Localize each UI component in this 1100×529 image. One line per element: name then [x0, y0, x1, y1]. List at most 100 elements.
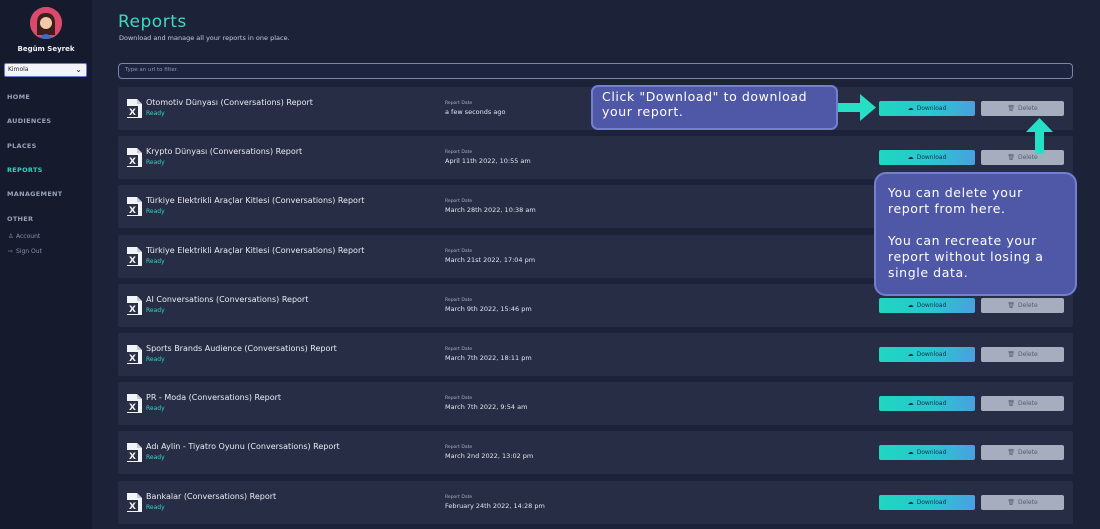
excel-file-icon: X: [127, 394, 142, 413]
download-button[interactable]: ☁Download: [879, 347, 975, 362]
trash-icon: 🗑: [1007, 105, 1015, 112]
arrow-up-icon: [1026, 118, 1053, 154]
report-status: Ready: [146, 454, 165, 461]
svg-text:X: X: [129, 108, 136, 118]
nav-sign-out[interactable]: ⇨ Sign Out: [8, 248, 42, 255]
download-button-label: Download: [916, 400, 947, 407]
report-title[interactable]: Otomotiv Dünyası (Conversations) Report: [146, 98, 313, 107]
report-date-label: Report Date: [445, 249, 473, 254]
page-subtitle: Download and manage all your reports in …: [119, 34, 290, 42]
report-status: Ready: [146, 405, 165, 412]
excel-file-icon: X: [127, 345, 142, 364]
svg-text:X: X: [129, 354, 136, 364]
download-button[interactable]: ☁Download: [879, 150, 975, 165]
excel-file-icon: X: [127, 493, 142, 512]
download-button[interactable]: ☁Download: [879, 396, 975, 411]
report-title[interactable]: Sports Brands Audience (Conversations) R…: [146, 344, 337, 353]
excel-file-icon: X: [127, 197, 142, 216]
delete-button[interactable]: 🗑Delete: [981, 396, 1064, 411]
delete-button[interactable]: 🗑Delete: [981, 495, 1064, 510]
report-date-label: Report Date: [445, 150, 473, 155]
trash-icon: 🗑: [1007, 499, 1015, 506]
delete-button-label: Delete: [1017, 154, 1038, 161]
delete-button-label: Delete: [1017, 499, 1038, 506]
delete-tooltip-text: You can delete your report from here. Yo…: [888, 185, 1044, 280]
trash-icon: 🗑: [1007, 351, 1015, 358]
cloud-download-icon: ☁: [907, 351, 914, 358]
delete-button-label: Delete: [1017, 302, 1038, 309]
cloud-download-icon: ☁: [907, 154, 914, 161]
filter-input[interactable]: Type an url to filter.: [118, 63, 1073, 79]
download-tooltip-text: Click "Download" to download your report…: [602, 89, 808, 119]
download-button-label: Download: [916, 302, 947, 309]
excel-file-icon: X: [127, 296, 142, 315]
report-row: X PR - Moda (Conversations) Report Ready Re…: [118, 382, 1073, 425]
report-date: March 7th 2022, 9:54 am: [445, 403, 528, 411]
nav-other-heading: OTHER: [7, 215, 34, 223]
cloud-download-icon: ☁: [907, 105, 914, 112]
nav-account[interactable]: ♙ Account: [8, 233, 40, 240]
report-title[interactable]: AI Conversations (Conversations) Report: [146, 295, 308, 304]
download-button[interactable]: ☁Download: [879, 445, 975, 460]
page-title: Reports: [118, 12, 187, 32]
nav-reports[interactable]: REPORTS: [7, 166, 43, 174]
report-status: Ready: [146, 159, 165, 166]
delete-button-label: Delete: [1017, 400, 1038, 407]
download-button[interactable]: ☁Download: [879, 495, 975, 510]
excel-file-icon: X: [127, 99, 142, 118]
report-row: X Sports Brands Audience (Conversations) …: [118, 333, 1073, 376]
delete-button[interactable]: 🗑Delete: [981, 298, 1064, 313]
trash-icon: 🗑: [1007, 400, 1015, 407]
arrow-right-icon: [838, 94, 876, 121]
svg-text:X: X: [129, 206, 136, 216]
download-button-label: Download: [916, 351, 947, 358]
cloud-download-icon: ☁: [907, 499, 914, 506]
download-button[interactable]: ☁Download: [879, 298, 975, 313]
cloud-download-icon: ☁: [907, 449, 914, 456]
download-tooltip: Click "Download" to download your report…: [591, 85, 838, 130]
report-date: March 9th 2022, 15:46 pm: [445, 305, 532, 313]
nav-account-label: Account: [16, 233, 41, 240]
svg-text:X: X: [129, 256, 136, 266]
excel-file-icon: X: [127, 443, 142, 462]
delete-button[interactable]: 🗑Delete: [981, 347, 1064, 362]
svg-text:X: X: [129, 157, 136, 167]
excel-file-icon: X: [127, 247, 142, 266]
download-button-label: Download: [916, 449, 947, 456]
report-date: February 24th 2022, 14:28 pm: [445, 502, 545, 510]
delete-button[interactable]: 🗑Delete: [981, 445, 1064, 460]
person-icon: ♙: [8, 233, 14, 240]
chevron-down-icon: ⌄: [75, 65, 82, 74]
report-date-label: Report Date: [445, 298, 473, 303]
nav-home[interactable]: HOME: [7, 93, 30, 101]
sign-out-icon: ⇨: [8, 248, 14, 255]
excel-file-icon: X: [127, 148, 142, 167]
report-status: Ready: [146, 208, 165, 215]
report-row: X Adı Aylin - Tiyatro Oyunu (Conversation…: [118, 431, 1073, 474]
svg-text:X: X: [129, 452, 136, 462]
report-date-label: Report Date: [445, 495, 473, 500]
report-date-label: Report Date: [445, 445, 473, 450]
download-button-label: Download: [916, 154, 947, 161]
organization-select-value: Kimola: [8, 66, 29, 73]
nav-management[interactable]: MANAGEMENT: [7, 190, 63, 198]
report-title[interactable]: PR - Moda (Conversations) Report: [146, 393, 281, 402]
organization-select[interactable]: Kimola ⌄: [4, 63, 87, 77]
delete-tooltip: You can delete your report from here. Yo…: [874, 172, 1077, 296]
report-title[interactable]: Türkiye Elektrikli Araçlar Kitlesi (Conv…: [146, 246, 364, 255]
report-date-label: Report Date: [445, 347, 473, 352]
report-title[interactable]: Bankalar (Conversations) Report: [146, 492, 276, 501]
report-date: March 28th 2022, 10:38 am: [445, 206, 536, 214]
report-title[interactable]: Türkiye Elektrikli Araçlar Kitlesi (Conv…: [146, 196, 364, 205]
delete-button[interactable]: 🗑Delete: [981, 101, 1064, 116]
nav-audiences[interactable]: AUDIENCES: [7, 117, 51, 125]
avatar[interactable]: [30, 7, 62, 39]
delete-button-label: Delete: [1017, 449, 1038, 456]
report-title[interactable]: Adı Aylin - Tiyatro Oyunu (Conversations…: [146, 442, 340, 451]
report-title[interactable]: Krypto Dünyası (Conversations) Report: [146, 147, 302, 156]
report-status: Ready: [146, 307, 165, 314]
nav-places[interactable]: PLACES: [7, 142, 37, 150]
svg-text:X: X: [129, 502, 136, 512]
download-button[interactable]: ☁Download: [879, 101, 975, 116]
report-date-label: Report Date: [445, 101, 473, 106]
